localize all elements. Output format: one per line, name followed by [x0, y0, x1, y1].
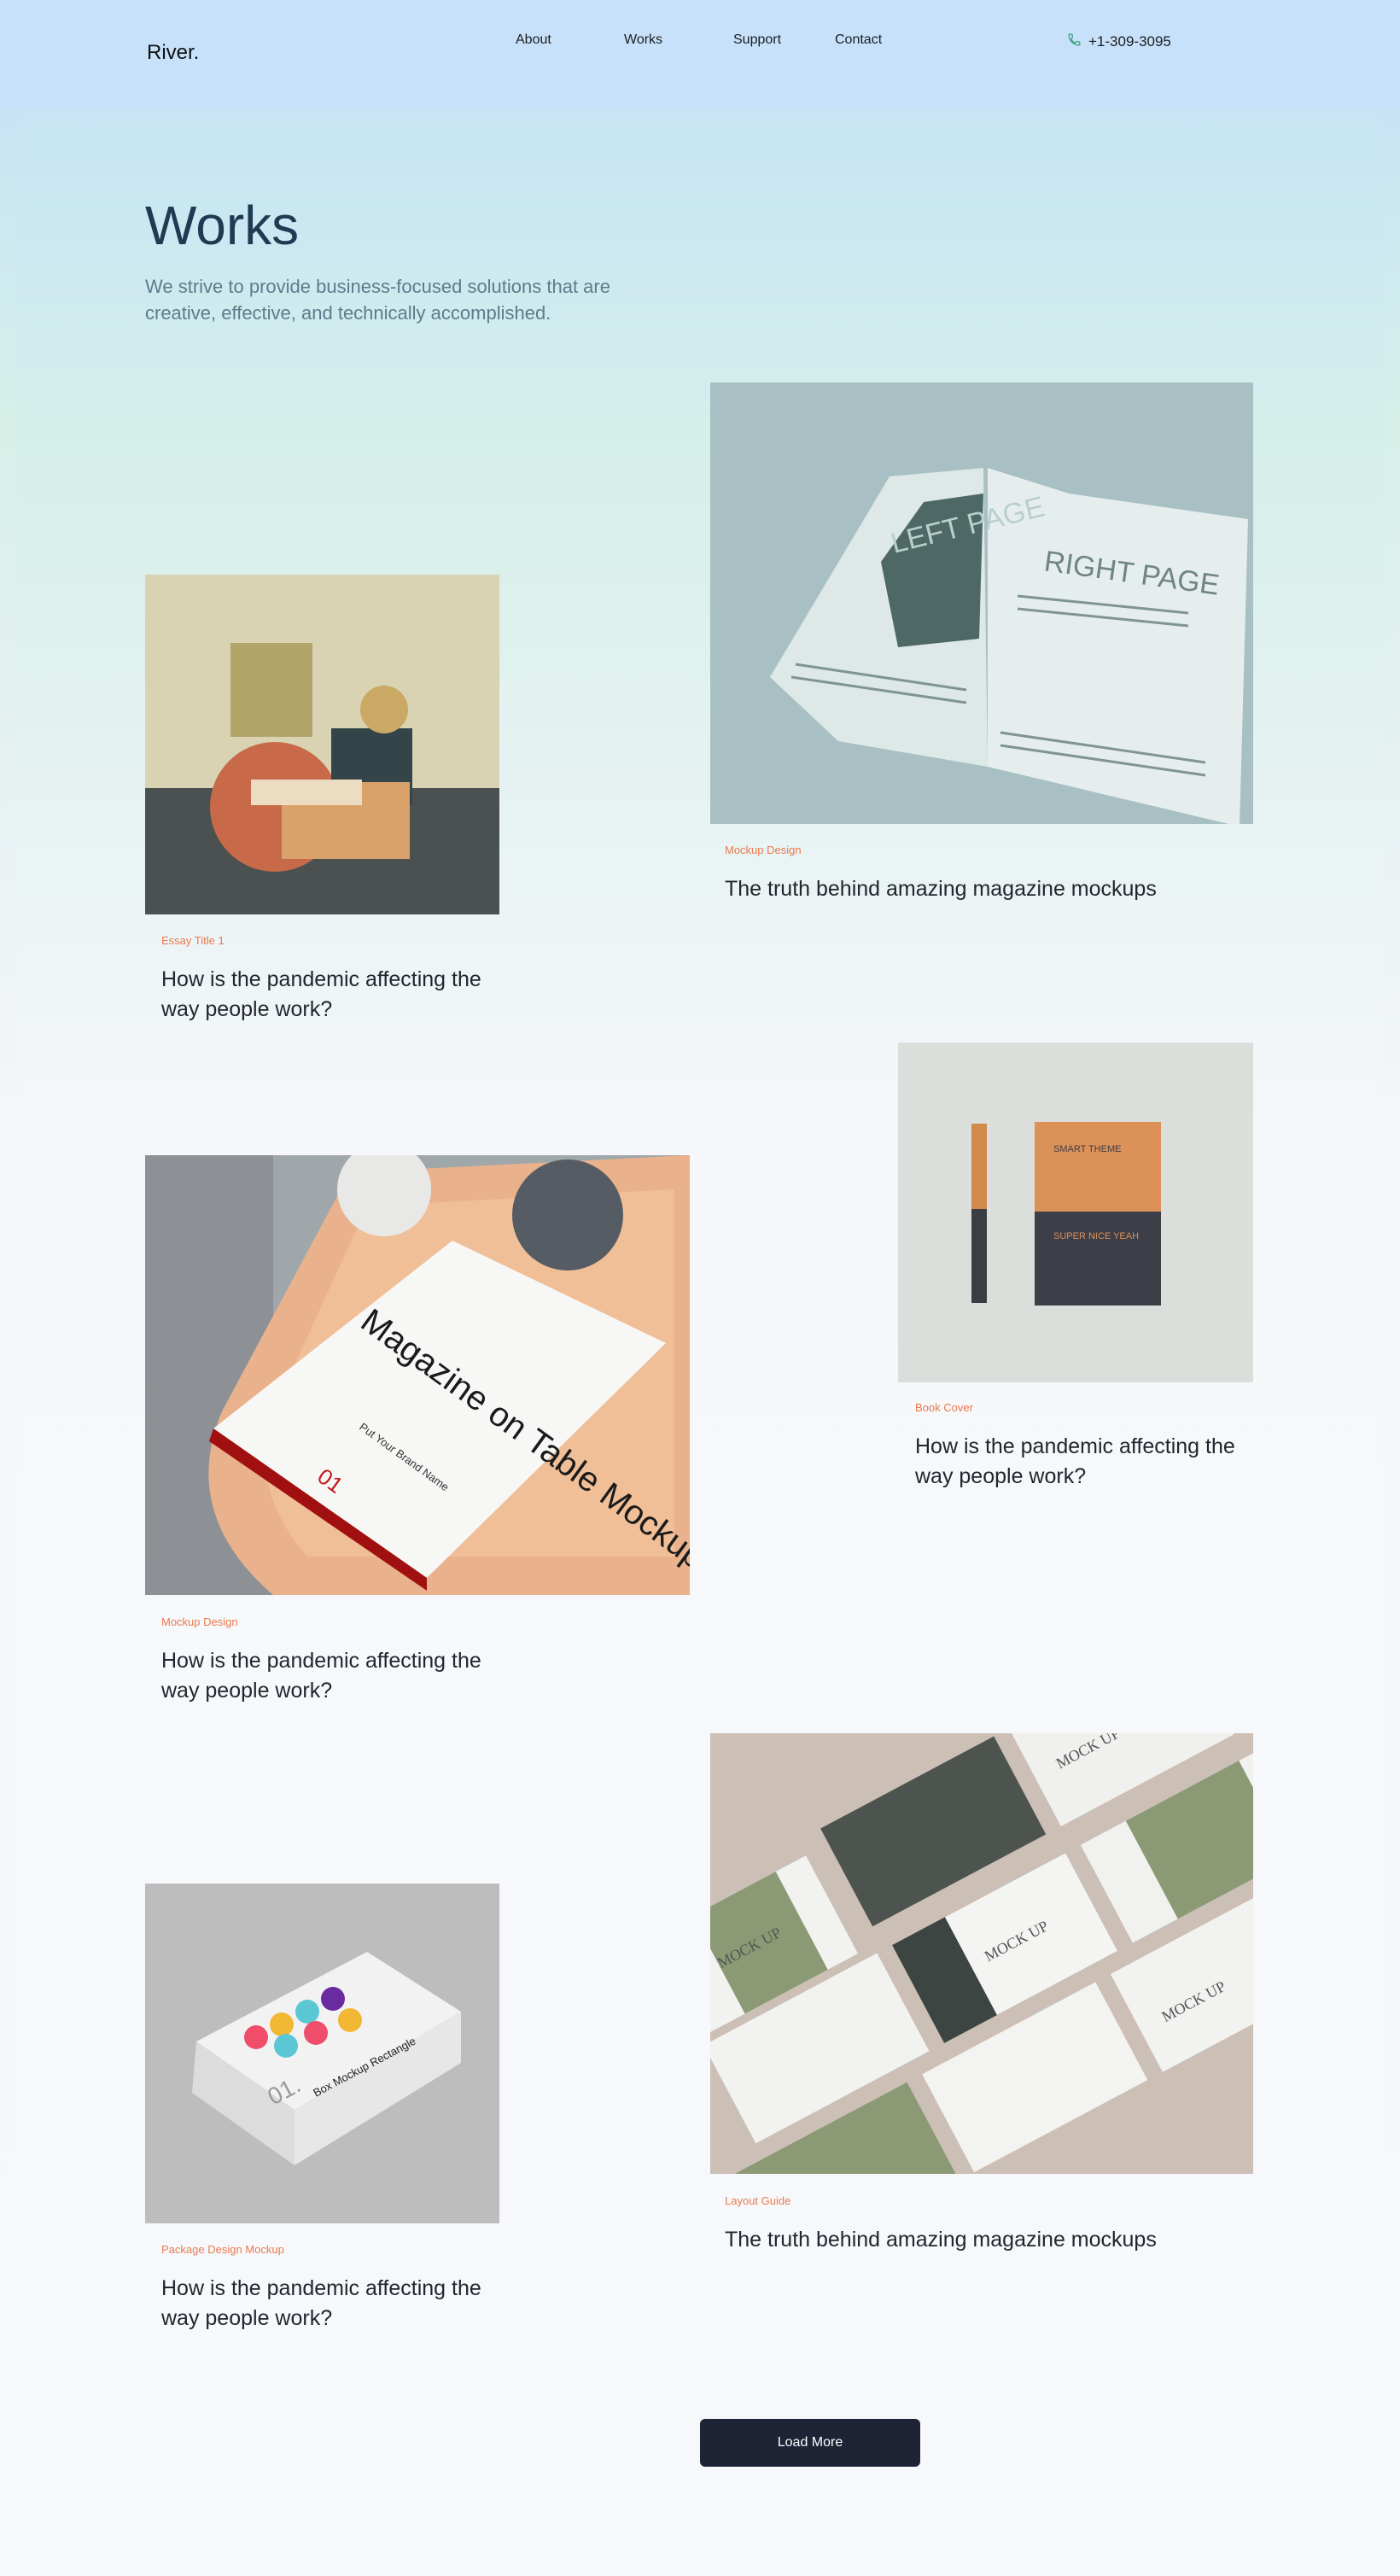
work-title[interactable]: How is the pandemic affecting the way pe…: [161, 965, 503, 1025]
work-tag: Layout Guide: [725, 2194, 791, 2207]
work-tag: Package Design Mockup: [161, 2243, 284, 2256]
work-image-book-cover[interactable]: SMART THEME SUPER NICE YEAH: [898, 1043, 1253, 1382]
work-title[interactable]: How is the pandemic affecting the way pe…: [161, 2274, 503, 2334]
top-navigation: River. About Works Support Contact +1-30…: [0, 0, 1400, 109]
cover-bottom-text: SUPER NICE YEAH: [1053, 1231, 1139, 1241]
work-tag: Essay Title 1: [161, 934, 225, 947]
work-image-magazine[interactable]: Magazine on Table Mockup Put Your Brand …: [145, 1155, 690, 1595]
page-subtitle: We strive to provide business-focused so…: [145, 276, 610, 324]
nav-contact[interactable]: Contact: [835, 32, 882, 48]
work-title[interactable]: How is the pandemic affecting the way pe…: [915, 1432, 1257, 1492]
phone-number: +1-309-3095: [1088, 33, 1171, 50]
work-title[interactable]: How is the pandemic affecting the way pe…: [161, 1646, 503, 1706]
work-tag: Book Cover: [915, 1401, 973, 1414]
work-tag: Mockup Design: [725, 844, 802, 856]
work-image-book[interactable]: LEFT PAGE RIGHT PAGE: [710, 383, 1253, 824]
work-title[interactable]: The truth behind amazing magazine mockup…: [725, 2225, 1203, 2255]
work-title[interactable]: The truth behind amazing magazine mockup…: [725, 874, 1203, 904]
cover-top-text: SMART THEME: [1053, 1144, 1121, 1154]
phone-icon: [1067, 32, 1082, 51]
nav-support[interactable]: Support: [733, 32, 781, 48]
site-logo[interactable]: River.: [147, 41, 199, 65]
phone-link[interactable]: +1-309-3095: [1067, 32, 1171, 51]
nav-works[interactable]: Works: [624, 32, 662, 48]
work-tag: Mockup Design: [161, 1615, 238, 1628]
nav-about[interactable]: About: [516, 32, 551, 48]
work-image-layout[interactable]: MOCK UP MOCK UP MOCK UP MOCK UP: [710, 1733, 1253, 2174]
work-image-box[interactable]: Box Mockup Rectangle 01.: [145, 1884, 499, 2223]
page-title: Works: [145, 195, 300, 256]
work-image-shapes[interactable]: [145, 575, 499, 914]
load-more-button[interactable]: Load More: [700, 2419, 920, 2467]
